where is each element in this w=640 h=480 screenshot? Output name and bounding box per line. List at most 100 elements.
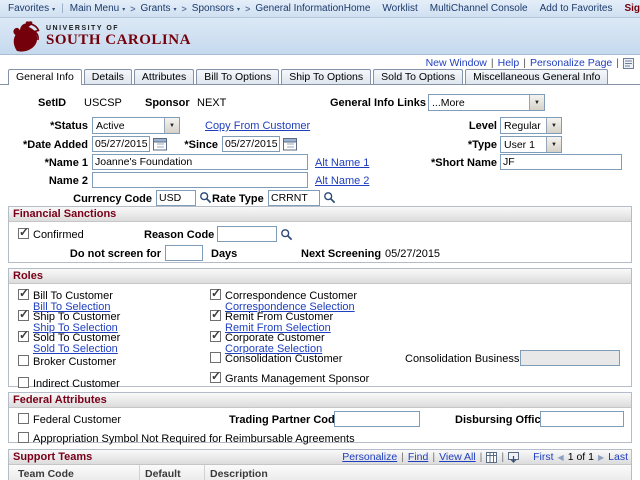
column-team-code: Team Code [18, 468, 74, 480]
ship-to-customer-checkbox[interactable] [18, 307, 29, 321]
federal-attributes-header: Federal Attributes [9, 393, 631, 408]
type-dropdown[interactable]: User 1 ▼ [500, 136, 562, 153]
lookup-icon[interactable] [199, 191, 212, 204]
level-dropdown[interactable]: Regular ▼ [500, 117, 562, 134]
correspondence-customer-checkbox[interactable] [210, 286, 221, 300]
next-screening-value: 05/27/2015 [385, 248, 441, 260]
sold-to-customer-checkbox[interactable] [18, 328, 29, 342]
logo-text: UNIVERSITY OF SOUTH CAROLINA [46, 25, 191, 48]
tab-details[interactable]: Details [83, 69, 132, 84]
do-not-screen-input[interactable] [165, 245, 203, 261]
peoplesoft-sponsor-general-information-page: Favorites ▾ | Main Menu ▾ > Grants ▾ > S… [0, 0, 640, 480]
alt-name1-link[interactable]: Alt Name 1 [315, 157, 369, 169]
financial-sanctions-header: Financial Sanctions [9, 207, 631, 222]
status-dropdown[interactable]: Active ▼ [92, 117, 180, 134]
personalize-page-link[interactable]: Personalize Page [530, 57, 612, 69]
logo-line2: SOUTH CAROLINA [46, 32, 191, 48]
federal-customer-checkbox[interactable] [18, 413, 29, 424]
confirmed-checkbox[interactable] [18, 225, 29, 239]
remit-from-customer-checkbox[interactable] [210, 307, 221, 321]
page-utility-links: New Window | Help | Personalize Page | [426, 57, 634, 69]
currency-code-input[interactable] [156, 190, 196, 206]
grants-management-sponsor-checkbox[interactable] [210, 369, 221, 383]
breadcrumb-separator: > [130, 3, 136, 14]
reason-code-input[interactable] [217, 226, 277, 242]
dropdown-arrow-icon: ▼ [529, 95, 544, 110]
help-link[interactable]: Help [498, 57, 520, 69]
appropriation-symbol-checkbox[interactable] [18, 432, 29, 443]
status-label: *Status [50, 120, 88, 132]
breadcrumb-main-menu[interactable]: Main Menu ▾ [70, 3, 125, 14]
chevron-down-icon: ▾ [237, 6, 241, 13]
tab-strip: General Info Details Attributes Bill To … [0, 69, 640, 85]
tab-bill-to-options[interactable]: Bill To Options [196, 69, 280, 84]
grid-zoom-icon[interactable] [486, 452, 498, 463]
breadcrumb-bar: Favorites ▾ | Main Menu ▾ > Grants ▾ > S… [0, 0, 640, 18]
breadcrumb-sponsors[interactable]: Sponsors ▾ [192, 3, 240, 14]
chevron-down-icon: ▾ [173, 6, 177, 13]
calendar-icon[interactable] [153, 137, 167, 151]
breadcrumb-grants[interactable]: Grants ▾ [141, 3, 177, 14]
last-row-link[interactable]: Last [608, 451, 628, 464]
favorites-label: Favorites [8, 3, 50, 14]
confirmed-label: Confirmed [33, 229, 84, 241]
tab-general-info[interactable]: General Info [8, 69, 82, 85]
previous-row-icon[interactable]: ◀ [558, 451, 564, 464]
disbursing-office-input[interactable] [540, 411, 624, 427]
tab-misc-general-info[interactable]: Miscellaneous General Info [465, 69, 609, 84]
short-name-input[interactable] [500, 154, 622, 170]
home-link[interactable]: Home [344, 3, 371, 14]
rate-type-input[interactable] [268, 190, 320, 206]
federal-attributes-section: Federal Attributes Federal Customer Trad… [8, 392, 632, 445]
tab-sold-to-options[interactable]: Sold To Options [373, 69, 464, 84]
tab-attributes[interactable]: Attributes [133, 69, 195, 84]
short-name-label: *Short Name [430, 157, 497, 169]
bill-to-customer-checkbox[interactable] [18, 286, 29, 300]
trading-partner-code-input[interactable] [334, 411, 420, 427]
favorites-menu[interactable]: Favorites ▾ [8, 3, 55, 14]
view-all-link[interactable]: View All [439, 451, 476, 464]
copy-from-customer-link[interactable]: Copy From Customer [205, 120, 310, 132]
alt-name2-link[interactable]: Alt Name 2 [315, 175, 369, 187]
name1-label: *Name 1 [44, 157, 88, 169]
chevron-down-icon: ▾ [122, 6, 126, 13]
usc-logo: UNIVERSITY OF SOUTH CAROLINA [10, 21, 191, 52]
sold-to-selection-link[interactable]: Sold To Selection [33, 343, 118, 355]
support-teams-header: Support Teams Personalize | Find | View … [9, 450, 631, 465]
tab-ship-to-options[interactable]: Ship To Options [281, 69, 372, 84]
new-window-link[interactable]: New Window [426, 57, 487, 69]
sponsor-value: NEXT [197, 97, 227, 109]
first-row-link[interactable]: First [533, 451, 553, 464]
broker-customer-checkbox[interactable] [18, 355, 29, 366]
corporate-customer-checkbox[interactable] [210, 328, 221, 342]
support-teams-title: Support Teams [13, 451, 93, 463]
usc-gamecock-logo-icon [10, 21, 40, 52]
sign-out-link[interactable]: Sign out [624, 3, 640, 14]
date-added-input[interactable] [92, 136, 150, 152]
do-not-screen-label: Do not screen for [69, 248, 161, 260]
lookup-icon[interactable] [280, 228, 293, 241]
copy-url-icon[interactable] [623, 57, 634, 69]
general-info-links-dropdown[interactable]: ...More ▼ [428, 94, 545, 111]
personalize-grid-link[interactable]: Personalize [342, 451, 397, 464]
currency-code-label: Currency Code [73, 193, 152, 205]
worklist-link[interactable]: Worklist [382, 3, 417, 14]
download-grid-icon[interactable] [508, 452, 520, 463]
consolidation-customer-checkbox[interactable] [210, 352, 221, 363]
support-teams-section: Support Teams Personalize | Find | View … [8, 449, 632, 480]
find-link[interactable]: Find [408, 451, 428, 464]
indirect-customer-checkbox[interactable] [18, 377, 29, 388]
lookup-icon[interactable] [323, 191, 336, 204]
dropdown-arrow-icon: ▼ [164, 118, 179, 133]
breadcrumb-current-page: General Information [255, 3, 344, 14]
name1-input[interactable] [92, 154, 308, 170]
calendar-icon[interactable] [283, 137, 297, 151]
since-input[interactable] [222, 136, 280, 152]
header-links: Home Worklist MultiChannel Console Add t… [344, 3, 640, 14]
breadcrumb-separator: > [245, 3, 251, 14]
name2-input[interactable] [92, 172, 308, 188]
next-row-icon[interactable]: ▶ [598, 451, 604, 464]
logo-band: UNIVERSITY OF SOUTH CAROLINA [0, 18, 640, 55]
add-to-favorites-link[interactable]: Add to Favorites [540, 3, 613, 14]
multichannel-console-link[interactable]: MultiChannel Console [430, 3, 528, 14]
